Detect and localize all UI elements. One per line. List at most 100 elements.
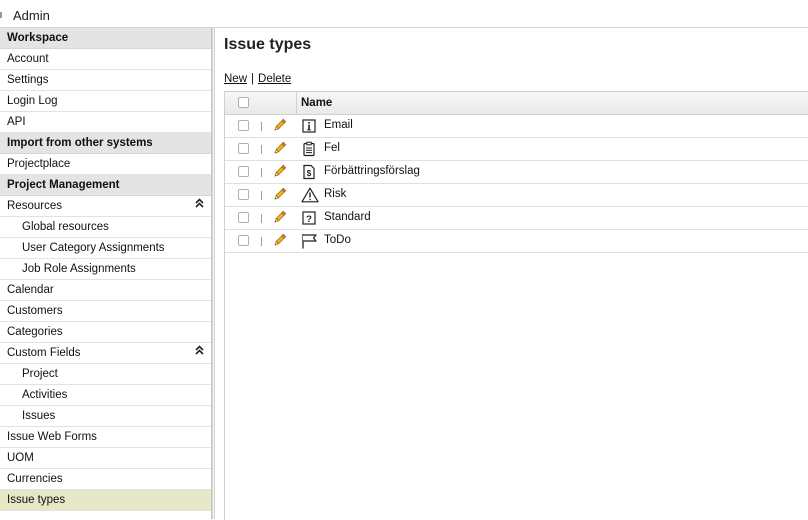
- sidebar-item-label: Calendar: [7, 284, 54, 296]
- sidebar-item-label: Workspace: [7, 32, 69, 44]
- warning-icon: [301, 187, 319, 206]
- edit-pencil-icon[interactable]: [272, 164, 287, 182]
- issue-type-name[interactable]: Email: [324, 119, 353, 131]
- svg-text:?: ?: [306, 214, 312, 225]
- row-separator-mark: [261, 122, 262, 131]
- svg-text:$: $: [307, 169, 312, 178]
- clipboard-icon: [301, 141, 317, 160]
- flag-icon: [301, 233, 319, 252]
- pane-splitter[interactable]: [212, 28, 215, 519]
- table-row[interactable]: Email: [225, 115, 808, 138]
- top-bar: Admin: [0, 0, 808, 28]
- table-row[interactable]: $ Förbättringsförslag: [225, 161, 808, 184]
- sidebar-item-label: User Category Assignments: [22, 242, 165, 254]
- collapse-up-icon[interactable]: [195, 196, 204, 216]
- sidebar-item-label: Settings: [7, 74, 49, 86]
- sidebar-item-label: Account: [7, 53, 49, 65]
- sidebar-item-label: Issues: [22, 410, 56, 422]
- sidebar-item-categories[interactable]: Categories: [0, 322, 211, 343]
- dollar-document-icon: $: [301, 164, 317, 183]
- sidebar-item-user-category-assignments[interactable]: User Category Assignments: [0, 238, 211, 259]
- row-checkbox[interactable]: [238, 235, 249, 246]
- sidebar-item-label: Resources: [7, 200, 62, 212]
- collapse-up-icon[interactable]: [195, 343, 204, 363]
- table-row[interactable]: ? Standard: [225, 207, 808, 230]
- column-divider: [296, 92, 297, 114]
- sidebar-item-api[interactable]: API: [0, 112, 211, 133]
- sidebar-item-label: Customers: [7, 305, 63, 317]
- question-icon: ?: [301, 210, 317, 229]
- sidebar-item-label: Custom Fields: [7, 347, 81, 359]
- row-checkbox[interactable]: [238, 166, 249, 177]
- sidebar-item-label: Global resources: [22, 221, 109, 233]
- table-row[interactable]: Risk: [225, 184, 808, 207]
- sidebar-item-login-log[interactable]: Login Log: [0, 91, 211, 112]
- issue-type-name[interactable]: Risk: [324, 188, 346, 200]
- info-icon: [301, 118, 317, 137]
- sidebar-item-custom-fields[interactable]: Custom Fields: [0, 343, 211, 364]
- name-column-header[interactable]: Name: [301, 97, 332, 109]
- edit-pencil-icon[interactable]: [272, 118, 287, 136]
- sidebar-item-label: Issue Web Forms: [7, 431, 97, 443]
- sidebar-item-customers[interactable]: Customers: [0, 301, 211, 322]
- row-separator-mark: [261, 191, 262, 200]
- sidebar-item-issues[interactable]: Issues: [0, 406, 211, 427]
- issue-type-name[interactable]: Förbättringsförslag: [324, 165, 420, 177]
- edit-pencil-icon[interactable]: [272, 141, 287, 159]
- row-separator-mark: [261, 145, 262, 154]
- edit-pencil-icon[interactable]: [272, 187, 287, 205]
- sidebar-item-account[interactable]: Account: [0, 49, 211, 70]
- sidebar-item-label: Import from other systems: [7, 137, 153, 149]
- table-header: Name: [225, 92, 808, 115]
- sidebar-section-import-from-other-systems: Import from other systems: [0, 133, 211, 154]
- row-checkbox[interactable]: [238, 143, 249, 154]
- sidebar-item-label: Issue types: [7, 494, 66, 506]
- sidebar-item-project[interactable]: Project: [0, 364, 211, 385]
- sidebar-item-global-resources[interactable]: Global resources: [0, 217, 211, 238]
- sidebar-item-calendar[interactable]: Calendar: [0, 280, 211, 301]
- select-all-checkbox[interactable]: [238, 97, 249, 108]
- admin-sidebar: Workspace Account Settings Login Log API Impo…: [0, 28, 212, 519]
- sidebar-item-currencies[interactable]: Currencies: [0, 469, 211, 490]
- sidebar-item-label: Project: [22, 368, 58, 380]
- sidebar-item-label: Login Log: [7, 95, 58, 107]
- sidebar-item-issue-web-forms[interactable]: Issue Web Forms: [0, 427, 211, 448]
- row-checkbox[interactable]: [238, 120, 249, 131]
- table-row[interactable]: ToDo: [225, 230, 808, 253]
- sidebar-item-uom[interactable]: UOM: [0, 448, 211, 469]
- issue-type-name[interactable]: Fel: [324, 142, 340, 154]
- new-link[interactable]: New: [224, 73, 247, 85]
- action-separator: |: [251, 73, 255, 85]
- sidebar-item-resources[interactable]: Resources: [0, 196, 211, 217]
- sidebar-item-label: Categories: [7, 326, 63, 338]
- sidebar-item-label: Projectplace: [7, 158, 71, 170]
- issue-type-name[interactable]: Standard: [324, 211, 371, 223]
- delete-link[interactable]: Delete: [258, 73, 291, 85]
- sidebar-item-projectplace[interactable]: Projectplace: [0, 154, 211, 175]
- edge-marker: [0, 12, 2, 18]
- sidebar-item-job-role-assignments[interactable]: Job Role Assignments: [0, 259, 211, 280]
- sidebar-list: Workspace Account Settings Login Log API Impo…: [0, 28, 211, 511]
- app-title: Admin: [13, 8, 50, 23]
- sidebar-item-label: API: [7, 116, 26, 128]
- main-panel: Issue types New | Delete Name Email Fel $ För…: [216, 28, 808, 520]
- sidebar-item-settings[interactable]: Settings: [0, 70, 211, 91]
- sidebar-item-issue-types[interactable]: Issue types: [0, 490, 211, 511]
- page-title: Issue types: [224, 36, 312, 53]
- issue-type-name[interactable]: ToDo: [324, 234, 351, 246]
- sidebar-item-label: Currencies: [7, 473, 63, 485]
- sidebar-item-activities[interactable]: Activities: [0, 385, 211, 406]
- sidebar-item-label: Project Management: [7, 179, 120, 191]
- edit-pencil-icon[interactable]: [272, 210, 287, 228]
- action-bar: New | Delete: [224, 73, 291, 85]
- edit-pencil-icon[interactable]: [272, 233, 287, 251]
- row-checkbox[interactable]: [238, 189, 249, 200]
- row-checkbox[interactable]: [238, 212, 249, 223]
- table-body: Email Fel $ Förbättringsförslag Risk? Standar…: [225, 115, 808, 253]
- table-row[interactable]: Fel: [225, 138, 808, 161]
- sidebar-section-project-management: Project Management: [0, 175, 211, 196]
- sidebar-section-workspace: Workspace: [0, 28, 211, 49]
- sidebar-item-label: UOM: [7, 452, 34, 464]
- sidebar-item-label: Activities: [22, 389, 68, 401]
- row-separator-mark: [261, 237, 262, 246]
